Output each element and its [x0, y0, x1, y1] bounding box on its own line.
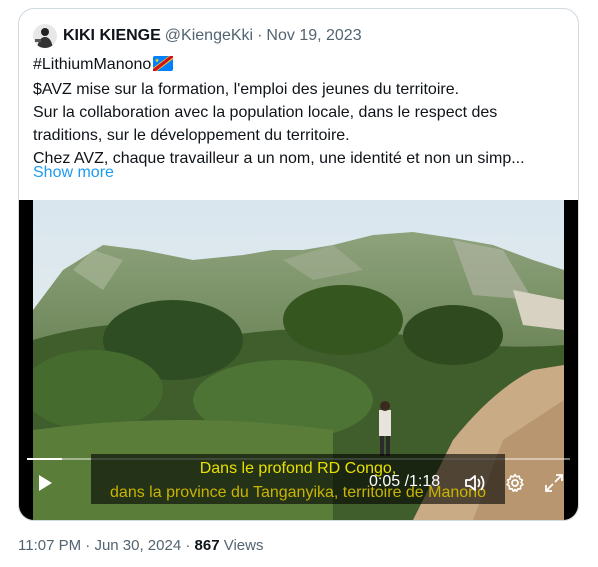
- tweet-line: #LithiumManono: [33, 53, 569, 78]
- fullscreen-button[interactable]: [542, 471, 566, 495]
- tweet-header: KIKI KIENGE @KiengeKki · Nov 19, 2023: [33, 24, 362, 48]
- tweet-line: Sur la collaboration avec la population …: [33, 104, 498, 121]
- author-handle[interactable]: @KiengeKki: [165, 27, 253, 45]
- tweet-text: #LithiumManono $AVZ mise sur la formatio…: [33, 53, 569, 170]
- post-time[interactable]: 11:07 PM: [18, 537, 81, 554]
- subtitle-line: Dans le profond RD Congo,: [199, 460, 397, 477]
- tweet-line: traditions, sur le développement du terr…: [33, 127, 350, 144]
- expand-icon: [545, 474, 563, 492]
- mute-button[interactable]: [463, 471, 487, 495]
- footer-separator: ·: [85, 537, 91, 554]
- play-button[interactable]: [33, 471, 57, 495]
- tweet-line: $AVZ mise sur la formation, l'emploi des…: [33, 81, 460, 98]
- duration: 1:18: [409, 473, 441, 490]
- subtitle-line: dans la province du Tanganyika, territoi…: [110, 484, 486, 501]
- gear-icon: [506, 473, 524, 493]
- tweet-card[interactable]: KIKI KIENGE @KiengeKki · Nov 19, 2023 #L…: [18, 8, 579, 521]
- tweet-date[interactable]: Nov 19, 2023: [266, 27, 361, 45]
- views-count: 867: [194, 537, 220, 554]
- post-date[interactable]: Jun 30, 2024: [94, 537, 181, 554]
- current-time: 0:05: [369, 473, 401, 490]
- header-separator: ·: [257, 27, 263, 44]
- video-progress-fill: [27, 458, 62, 460]
- tweet-footer: 11:07 PM · Jun 30, 2024 · 867 Views: [18, 537, 263, 554]
- speaker-icon: [465, 475, 485, 491]
- video-subtitles: Dans le profond RD Congo, dans la provin…: [91, 454, 505, 504]
- footer-separator: ·: [185, 537, 191, 554]
- author-name[interactable]: KIKI KIENGE: [63, 27, 161, 45]
- show-more-link[interactable]: Show more: [33, 164, 114, 182]
- hashtag-link[interactable]: #LithiumManono: [33, 56, 151, 73]
- video-player[interactable]: Dans le profond RD Congo, dans la provin…: [19, 200, 578, 520]
- play-icon: [39, 475, 52, 491]
- settings-button[interactable]: [503, 471, 527, 495]
- views-label: Views: [223, 537, 264, 554]
- avatar[interactable]: [33, 24, 57, 48]
- video-time: 0:05 /1:18: [369, 473, 440, 491]
- drc-flag-icon: [153, 55, 174, 78]
